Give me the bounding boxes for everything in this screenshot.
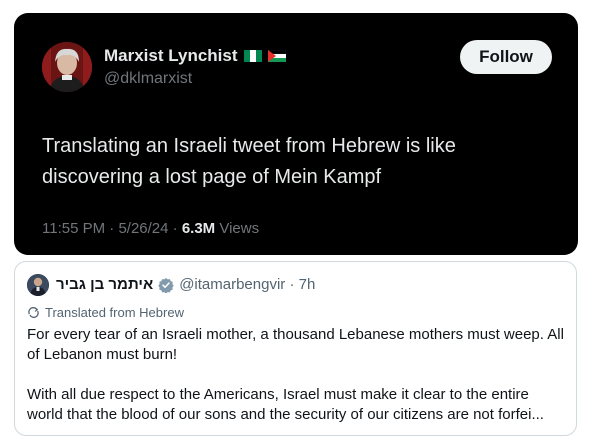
quoted-tweet-card[interactable]: איתמר בן גביר @itamarbengvir · 7h Transl… [14, 261, 577, 436]
translate-icon [28, 307, 39, 318]
palestine-flag-icon [267, 50, 286, 62]
quoted-meta-separator: · [285, 276, 299, 293]
tweet-meta: 11:55 PM · 5/26/24 · 6.3M Views [42, 220, 259, 237]
views-count: 6.3M [181, 220, 216, 237]
quoted-handle-text[interactable]: @itamarbengvir [179, 276, 285, 293]
quoted-avatar-image [27, 274, 49, 296]
author-name-row: Marxist Lynchist [104, 46, 286, 66]
meta-separator: · [105, 220, 119, 237]
quoted-tweet-text: For every tear of an Israeli mother, a t… [27, 325, 567, 425]
quoted-author-name[interactable]: איתמר בן גביר [56, 276, 153, 293]
author-name[interactable]: Marxist Lynchist [104, 46, 238, 66]
tweet-date[interactable]: 5/26/24 [118, 220, 168, 237]
quoted-paragraph-2: With all due respect to the Americans, I… [27, 386, 544, 423]
quoted-author-handle: @itamarbengvir · 7h [179, 276, 315, 293]
main-tweet-card[interactable]: Marxist Lynchist @dklmarxist Follow Tran… [14, 13, 578, 255]
verified-badge-icon [158, 277, 174, 293]
translated-label: Translated from Hebrew [45, 305, 184, 320]
quoted-author-avatar[interactable] [27, 274, 49, 296]
tweet-time[interactable]: 11:55 PM [42, 220, 105, 237]
nigeria-flag-icon [243, 50, 262, 62]
follow-button[interactable]: Follow [460, 40, 552, 74]
views-label: Views [219, 220, 260, 237]
quoted-tweet-age[interactable]: 7h [299, 276, 316, 293]
translated-indicator: Translated from Hebrew [27, 305, 184, 320]
author-avatar[interactable] [42, 42, 92, 92]
quoted-paragraph-1: For every tear of an Israeli mother, a t… [27, 326, 564, 363]
meta-separator: · [168, 220, 182, 237]
tweet-text: Translating an Israeli tweet from Hebrew… [42, 135, 456, 188]
avatar-image [42, 42, 92, 92]
quoted-header: איתמר בן גביר @itamarbengvir · 7h [56, 276, 315, 293]
author-handle[interactable]: @dklmarxist [104, 70, 192, 88]
